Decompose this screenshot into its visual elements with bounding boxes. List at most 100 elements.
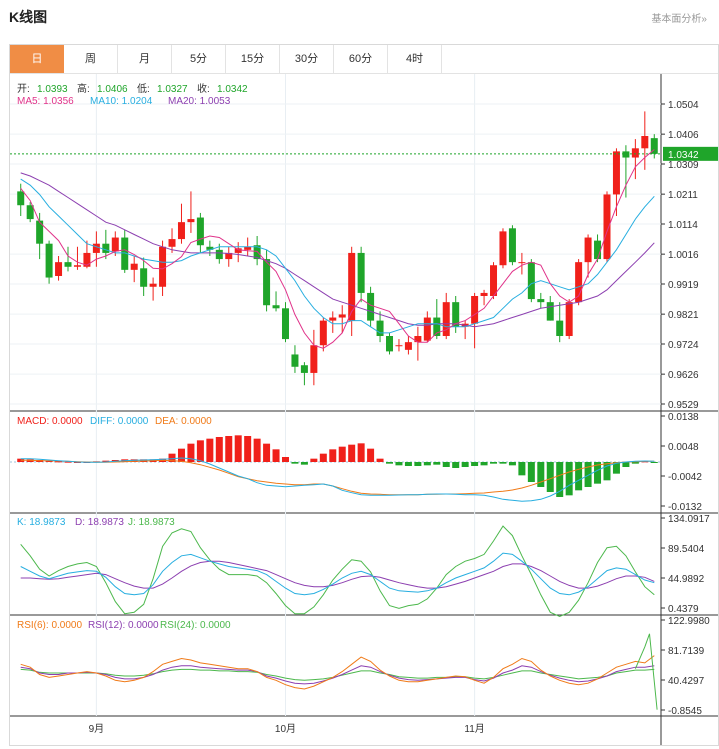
macd-bar	[395, 462, 403, 466]
main-y-tick-label: 0.9724	[668, 340, 699, 351]
main-y-tick-label: 0.9529	[668, 400, 699, 411]
candle-body	[272, 305, 280, 309]
candle-body	[159, 246, 167, 287]
candle-body	[234, 248, 242, 253]
ohlc-value: 1.0327	[157, 84, 188, 95]
macd-bar	[565, 462, 573, 496]
ma5-legend: MA5: 1.0356	[17, 96, 74, 107]
macd-bar	[367, 448, 375, 462]
candle-body	[263, 259, 271, 306]
ohlc-label: 开:	[17, 84, 30, 95]
candle-body	[612, 151, 620, 195]
macd-y-tick-label: -0.0042	[668, 472, 702, 483]
ma10-legend: MA10: 1.0204	[90, 96, 153, 107]
macd-bar	[206, 438, 214, 462]
macd-y-tick-label: 0.0048	[668, 442, 699, 453]
main-y-tick-label: 1.0406	[668, 130, 699, 141]
macd-bar	[281, 457, 289, 462]
macd-bar	[650, 462, 658, 463]
candle-body	[480, 292, 488, 296]
macd-bar	[499, 462, 507, 464]
j-line	[20, 525, 655, 617]
macd-bar	[177, 448, 185, 462]
macd-bar	[404, 462, 412, 466]
candle-body	[414, 336, 422, 343]
candle-body	[55, 262, 63, 276]
macd-bar	[575, 462, 583, 491]
macd-legend: MACD: 0.0000	[17, 416, 83, 427]
candle-body	[168, 239, 176, 247]
candle-body	[622, 151, 630, 158]
ohlc-value: 1.0406	[97, 84, 128, 95]
candle-body	[281, 308, 289, 340]
main-y-tick-label: 0.9919	[668, 280, 699, 291]
candle-body	[102, 243, 110, 253]
candle-body	[17, 191, 25, 206]
macd-bar	[461, 462, 469, 467]
candle-body	[537, 299, 545, 303]
macd-bar	[452, 462, 460, 468]
x-tick-label: 9月	[89, 723, 105, 735]
macd-bar	[196, 440, 204, 462]
candle-body	[631, 148, 639, 158]
rsi-y-tick-label: -0.8545	[668, 706, 702, 717]
main-y-tick-label: 1.0211	[668, 190, 698, 201]
macd-bar	[215, 437, 223, 462]
candle-body	[527, 262, 535, 300]
main-y-tick-label: 1.0309	[668, 160, 699, 171]
candle-body	[565, 302, 573, 336]
macd-bar	[603, 462, 611, 481]
candle-body	[130, 263, 138, 270]
macd-bar	[291, 462, 299, 464]
macd-bar	[433, 462, 441, 465]
macd-bar	[527, 462, 535, 482]
macd-bar	[329, 449, 337, 462]
candle-body	[603, 194, 611, 260]
main-y-tick-label: 1.0504	[668, 100, 699, 111]
macd-bar	[480, 462, 488, 466]
candle-body	[584, 237, 592, 263]
candle-body	[196, 217, 204, 246]
rsi12-legend: RSI(12): 0.0000	[88, 620, 159, 631]
rsi-y-tick-label: 81.7139	[668, 646, 705, 657]
candle-body	[187, 219, 195, 223]
candle-body	[111, 237, 119, 252]
j-legend: J: 18.9873	[128, 517, 175, 528]
rsi24-legend: RSI(24): 0.0000	[160, 620, 231, 631]
macd-bar	[376, 458, 384, 462]
rsi6-legend: RSI(6): 0.0000	[17, 620, 82, 631]
candle-body	[319, 320, 327, 346]
ohlc-label: 低:	[137, 82, 150, 95]
candle-body	[140, 268, 148, 287]
macd-bar	[253, 438, 261, 462]
candle-body	[499, 231, 507, 266]
candle-body	[594, 240, 602, 260]
ohlc-value: 1.0393	[37, 84, 68, 95]
candle-body	[310, 345, 318, 373]
rsi24-tail	[634, 633, 658, 710]
candle-body	[291, 354, 299, 367]
macd-bar	[319, 453, 327, 462]
x-tick-label: 10月	[275, 723, 296, 735]
ohlc-label: 高:	[77, 82, 90, 95]
main-y-tick-label: 0.9821	[668, 310, 699, 321]
kdj-y-tick-label: 0.4379	[668, 604, 699, 615]
candle-body	[518, 262, 526, 264]
d-legend: D: 18.9873	[75, 517, 124, 528]
macd-bar	[508, 462, 516, 466]
macd-bar	[300, 462, 308, 465]
macd-bar	[244, 436, 252, 462]
diff-legend: DIFF: 0.0000	[90, 416, 149, 427]
kdj-y-tick-label: 44.9892	[668, 574, 705, 585]
main-y-tick-label: 1.0016	[668, 250, 699, 261]
kdj-y-tick-label: 89.5404	[668, 544, 705, 555]
macd-bar	[310, 458, 318, 462]
candle-body	[177, 222, 185, 240]
candle-body	[300, 365, 308, 373]
candle-body	[386, 336, 394, 352]
macd-bar	[348, 444, 356, 462]
macd-y-tick-label: 0.0138	[668, 412, 699, 423]
macd-bar	[338, 446, 346, 462]
candle-body	[508, 228, 516, 263]
macd-bar	[386, 462, 394, 464]
